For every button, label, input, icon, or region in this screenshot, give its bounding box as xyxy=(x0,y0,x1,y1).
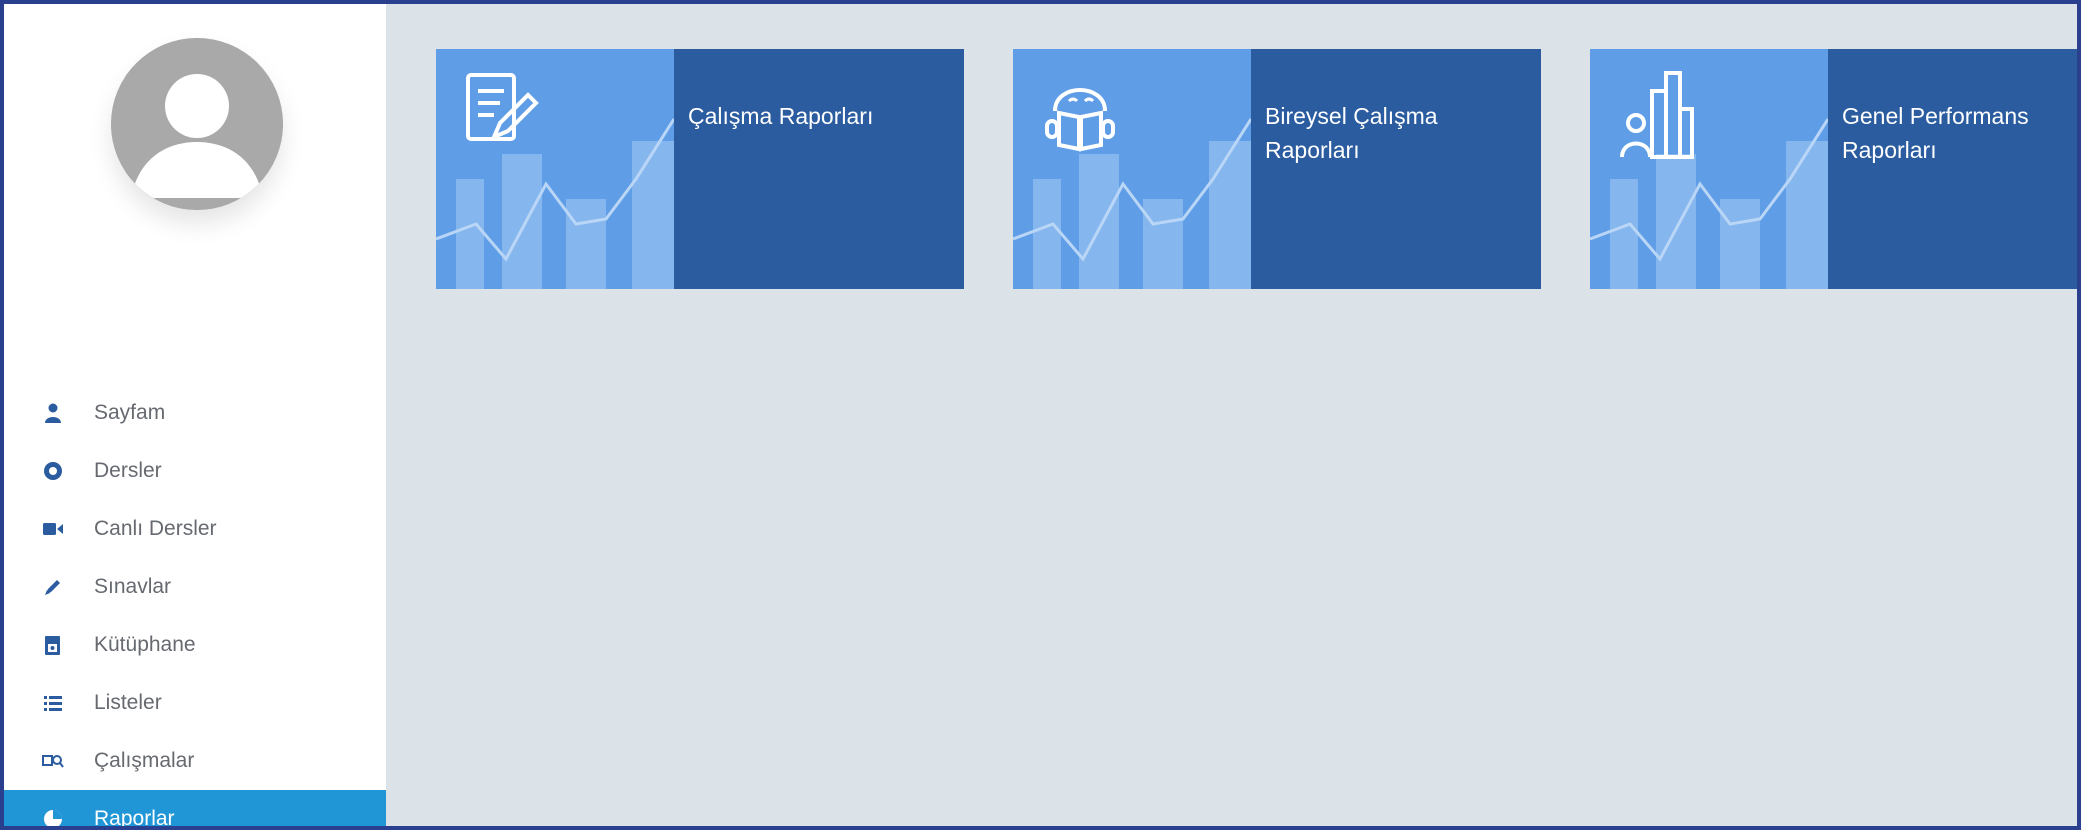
pie-chart-icon xyxy=(42,808,64,826)
card-art xyxy=(1013,49,1251,289)
sidebar-item-label: Canlı Dersler xyxy=(94,517,217,540)
card-art xyxy=(1590,49,1828,289)
sidebar-item-label: Kütüphane xyxy=(94,633,196,656)
sidebar-item-sayfam[interactable]: Sayfam xyxy=(4,384,386,442)
card-title: Bireysel Çalışma Raporları xyxy=(1251,49,1541,289)
person-bar-chart-icon xyxy=(1620,71,1694,159)
sidebar-item-listeler[interactable]: Listeler xyxy=(4,674,386,732)
play-circle-icon xyxy=(42,460,64,482)
sidebar-item-label: Raporlar xyxy=(94,807,175,830)
sidebar-item-label: Çalışmalar xyxy=(94,749,195,772)
report-card-calisma[interactable]: Çalışma Raporları xyxy=(436,49,964,289)
sidebar-item-label: Sınavlar xyxy=(94,575,172,598)
card-art xyxy=(436,49,674,289)
sidebar-item-sinavlar[interactable]: Sınavlar xyxy=(4,558,386,616)
sidebar: Sayfam Dersler Canlı Dersler Sınavlar Kü… xyxy=(4,4,386,826)
user-icon xyxy=(42,402,64,424)
card-title: Genel Performans Raporları xyxy=(1828,49,2077,289)
edit-document-icon xyxy=(466,73,539,141)
study-icon xyxy=(42,750,64,772)
pencil-icon xyxy=(42,576,64,598)
sidebar-item-canli-dersler[interactable]: Canlı Dersler xyxy=(4,500,386,558)
sidebar-item-dersler[interactable]: Dersler xyxy=(4,442,386,500)
sidebar-item-label: Listeler xyxy=(94,691,162,714)
report-card-genel-performans[interactable]: Genel Performans Raporları xyxy=(1590,49,2077,289)
video-camera-icon xyxy=(42,518,64,540)
reading-person-icon xyxy=(1045,88,1115,152)
sidebar-nav: Sayfam Dersler Canlı Dersler Sınavlar Kü… xyxy=(4,384,386,830)
library-book-icon xyxy=(42,634,64,656)
sidebar-item-label: Dersler xyxy=(94,459,162,482)
sidebar-item-calismalar[interactable]: Çalışmalar xyxy=(4,732,386,790)
sidebar-item-raporlar[interactable]: Raporlar xyxy=(4,790,386,830)
card-title: Çalışma Raporları xyxy=(674,49,964,289)
user-avatar-icon[interactable] xyxy=(111,38,283,210)
report-card-bireysel[interactable]: Bireysel Çalışma Raporları xyxy=(1013,49,1541,289)
sidebar-item-kutuphane[interactable]: Kütüphane xyxy=(4,616,386,674)
app-frame: Sayfam Dersler Canlı Dersler Sınavlar Kü… xyxy=(0,0,2081,830)
list-icon xyxy=(42,692,64,714)
main-content: Çalışma Raporları Bireysel Çalışma Rapor… xyxy=(390,4,2077,826)
sidebar-item-label: Sayfam xyxy=(94,401,166,424)
